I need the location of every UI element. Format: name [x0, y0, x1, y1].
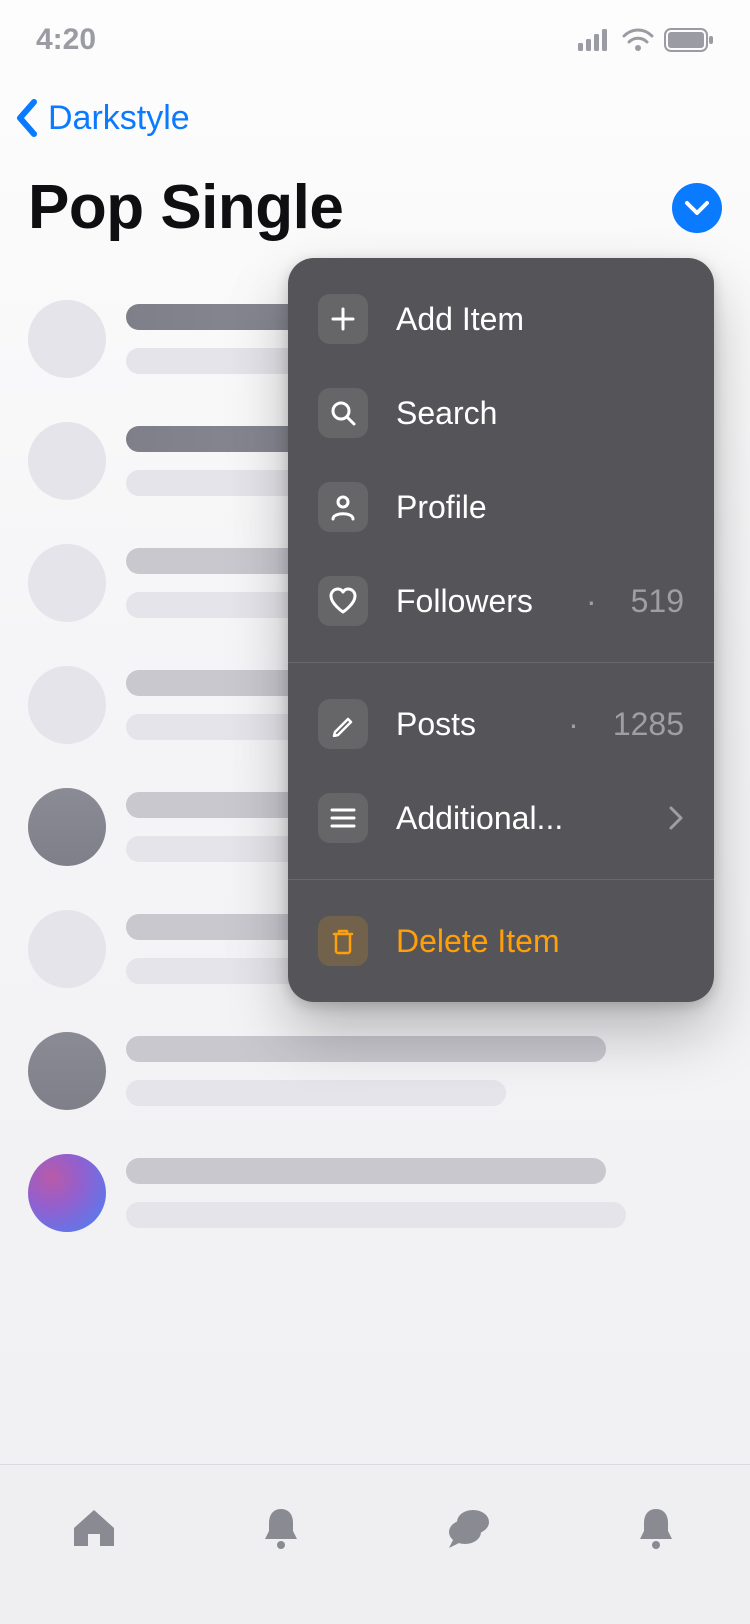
menu-item-label: Followers	[396, 583, 548, 620]
chevron-left-icon	[14, 98, 40, 138]
back-button[interactable]: Darkstyle	[14, 98, 190, 138]
menu-item-add[interactable]: Add Item	[288, 272, 714, 366]
avatar	[28, 910, 106, 988]
followers-count: 519	[625, 583, 684, 620]
user-icon	[318, 482, 368, 532]
tab-messages[interactable]	[375, 1465, 563, 1590]
menu-item-label: Delete Item	[396, 923, 684, 960]
menu-item-additional[interactable]: Additional...	[288, 771, 714, 865]
list-item	[28, 1154, 722, 1232]
posts-count: 1285	[607, 706, 684, 743]
cellular-icon	[578, 29, 612, 51]
menu-item-followers[interactable]: Followers · 519	[288, 554, 714, 648]
dropdown-menu: Add Item Search Profile Followers · 519	[288, 258, 714, 1002]
chevron-right-icon	[668, 805, 684, 831]
wifi-icon	[622, 28, 654, 52]
battery-icon	[664, 28, 714, 52]
title-row: Pop Single	[28, 172, 722, 243]
home-icon	[70, 1506, 118, 1550]
bell-icon	[261, 1505, 301, 1551]
separator: ·	[576, 583, 597, 620]
menu-item-posts[interactable]: Posts · 1285	[288, 677, 714, 771]
heart-icon	[318, 576, 368, 626]
menu-item-search[interactable]: Search	[288, 366, 714, 460]
search-icon	[318, 388, 368, 438]
tab-home[interactable]	[0, 1465, 188, 1590]
avatar	[28, 666, 106, 744]
chevron-down-icon	[684, 200, 710, 216]
trash-icon	[318, 916, 368, 966]
pencil-icon	[318, 699, 368, 749]
page-title: Pop Single	[28, 172, 343, 243]
menu-item-profile[interactable]: Profile	[288, 460, 714, 554]
separator: ·	[558, 706, 579, 743]
tab-alerts[interactable]	[563, 1465, 750, 1590]
list-item	[28, 1032, 722, 1110]
avatar	[28, 300, 106, 378]
status-time: 4:20	[36, 23, 96, 57]
plus-icon	[318, 294, 368, 344]
bell-icon	[636, 1505, 676, 1551]
menu-item-label: Posts	[396, 706, 530, 743]
status-bar: 4:20	[0, 0, 750, 80]
tab-bar	[0, 1464, 750, 1624]
dropdown-toggle-button[interactable]	[672, 183, 722, 233]
menu-item-label: Additional...	[396, 800, 640, 837]
menu-lines-icon	[318, 793, 368, 843]
back-label: Darkstyle	[48, 99, 190, 138]
menu-item-label: Search	[396, 395, 684, 432]
avatar	[28, 544, 106, 622]
avatar	[28, 1032, 106, 1110]
status-indicators	[578, 28, 714, 52]
menu-item-label: Add Item	[396, 301, 684, 338]
tab-notifications[interactable]	[188, 1465, 376, 1590]
menu-item-label: Profile	[396, 489, 684, 526]
menu-item-delete[interactable]: Delete Item	[288, 894, 714, 988]
chat-icon	[445, 1506, 493, 1550]
avatar	[28, 422, 106, 500]
avatar	[28, 1154, 106, 1232]
avatar	[28, 788, 106, 866]
